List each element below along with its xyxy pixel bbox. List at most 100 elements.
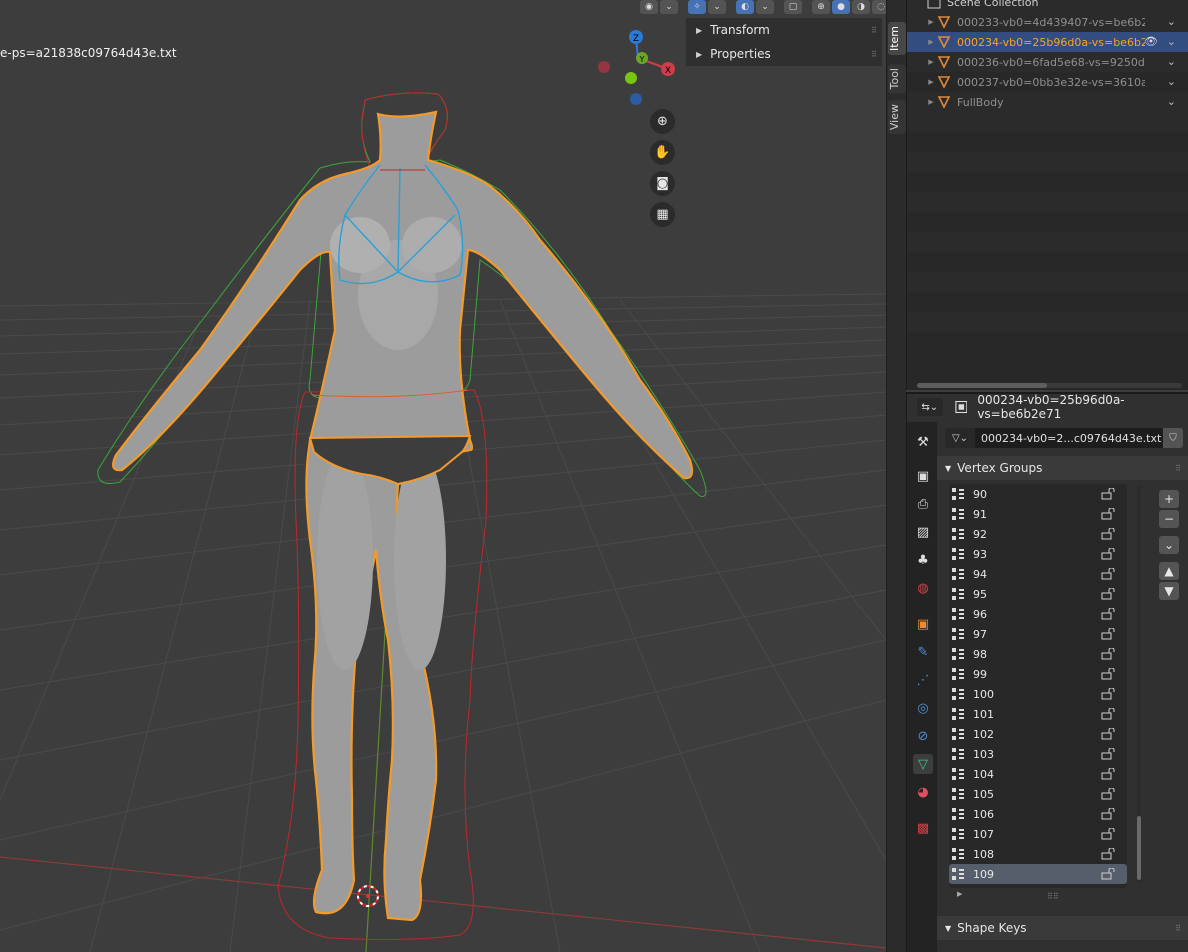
view-object-types-button[interactable]: ◉ [640, 0, 658, 14]
unlocked-lock-icon[interactable] [1101, 528, 1115, 540]
outliner-item[interactable]: ▶ 000237-vb0=0bb3e32e-vs=3610aa ⌄ [907, 72, 1188, 92]
vertex-group-name[interactable]: 91 [973, 508, 987, 521]
vertex-group-row[interactable]: 96 [949, 604, 1127, 624]
vertex-group-name[interactable]: 106 [973, 808, 994, 821]
vertex-group-name[interactable]: 90 [973, 488, 987, 501]
render-icon[interactable]: ▣ [913, 466, 933, 486]
gizmo-toggle-button[interactable]: ✧ [688, 0, 706, 14]
mesh-browse-button[interactable]: ▽⌄ [945, 428, 975, 448]
add-vertex-group-button[interactable]: + [1159, 490, 1179, 508]
chevron-down-icon[interactable]: ⌄ [756, 0, 774, 14]
vertex-group-name[interactable]: 94 [973, 568, 987, 581]
move-up-button[interactable]: ▲ [1159, 562, 1179, 580]
unlocked-lock-icon[interactable] [1101, 728, 1115, 740]
vertex-group-row[interactable]: 100 [949, 684, 1127, 704]
properties-section[interactable]: ▶ Properties ⠿ [686, 42, 882, 66]
shape-keys-panel-header[interactable]: ▼ Shape Keys ⠿ [937, 916, 1188, 940]
unlocked-lock-icon[interactable] [1101, 508, 1115, 520]
overlay-toggle-button[interactable]: ◐ [736, 0, 754, 14]
mesh-data-icon[interactable]: ▽ [913, 754, 933, 774]
expand-arrow-icon[interactable]: ▶ [925, 58, 937, 66]
unlocked-lock-icon[interactable] [1101, 768, 1115, 780]
modifier-wrench-icon[interactable]: ✎ [913, 642, 933, 662]
vertex-groups-panel-header[interactable]: ▼ Vertex Groups ⠿ [937, 456, 1188, 480]
expand-arrow-icon[interactable]: ▶ [925, 78, 937, 86]
vertex-group-row[interactable]: 90 [949, 484, 1127, 504]
vertex-group-name[interactable]: 104 [973, 768, 994, 781]
outliner-item[interactable]: ▶ 000234-vb0=25b96d0a-vs=be6b2e 👁 ⌄ [907, 32, 1188, 52]
view-layer-icon[interactable]: ▨ [913, 522, 933, 542]
physics-icon[interactable]: ◎ [913, 698, 933, 718]
unlocked-lock-icon[interactable] [1101, 788, 1115, 800]
vertex-group-name[interactable]: 98 [973, 648, 987, 661]
camera-icon[interactable]: ◙ [650, 171, 675, 196]
expand-arrow-icon[interactable]: ▶ [925, 18, 937, 26]
unlocked-lock-icon[interactable] [1101, 688, 1115, 700]
list-filter-triangle-icon[interactable]: ▶ [957, 890, 962, 898]
unlocked-lock-icon[interactable] [1101, 588, 1115, 600]
vertex-group-name[interactable]: 93 [973, 548, 987, 561]
vertex-group-row[interactable]: 105 [949, 784, 1127, 804]
object-icon[interactable]: ▣ [913, 614, 933, 634]
particles-icon[interactable]: ⋰ [913, 670, 933, 690]
vertex-group-row[interactable]: 104 [949, 764, 1127, 784]
chevron-down-icon[interactable]: ⌄ [1167, 75, 1176, 88]
pan-hand-icon[interactable]: ✋ [650, 140, 675, 165]
3d-viewport[interactable]: Z Y X e-ps=a21838c09764d43e.txt ◉ ⌄ ✧ ⌄ … [0, 0, 886, 952]
vertex-group-name[interactable]: 102 [973, 728, 994, 741]
unlocked-lock-icon[interactable] [1101, 648, 1115, 660]
wireframe-shading-button[interactable]: ⊕ [812, 0, 830, 14]
unlocked-lock-icon[interactable] [1101, 488, 1115, 500]
unlocked-lock-icon[interactable] [1101, 628, 1115, 640]
scene-icon[interactable]: ♣ [913, 550, 933, 570]
vertex-group-scrollbar[interactable] [1137, 486, 1141, 882]
drag-grip-icon[interactable]: ⠿ [871, 50, 877, 59]
tab-tool[interactable]: Tool [888, 64, 906, 94]
vertex-group-name[interactable]: 97 [973, 628, 987, 641]
solid-shading-button[interactable]: ● [832, 0, 850, 14]
vertex-group-row[interactable]: 101 [949, 704, 1127, 724]
outliner-item[interactable]: ▶ 000236-vb0=6fad5e68-vs=9250d1 ⌄ [907, 52, 1188, 72]
chevron-down-icon[interactable]: ⌄ [1167, 95, 1176, 108]
scene-collection-row[interactable]: Scene Collection [907, 0, 1188, 12]
vertex-group-name[interactable]: 96 [973, 608, 987, 621]
vertex-group-list[interactable]: 90 91 92 93 94 95 96 97 98 99 100 101 102 103 104 105 10… [949, 484, 1127, 888]
unlocked-lock-icon[interactable] [1101, 868, 1115, 880]
vertex-group-row[interactable]: 98 [949, 644, 1127, 664]
vertex-group-row[interactable]: 107 [949, 824, 1127, 844]
xray-toggle-button[interactable]: ▢ [784, 0, 802, 14]
vertex-group-row[interactable]: 97 [949, 624, 1127, 644]
vertex-group-specials-button[interactable]: ⌄ [1159, 536, 1179, 554]
zoom-icon[interactable]: ⊕ [650, 109, 675, 134]
vertex-group-row[interactable]: 109 [949, 864, 1127, 884]
vertex-group-name[interactable]: 100 [973, 688, 994, 701]
expand-arrow-icon[interactable]: ▶ [925, 98, 937, 106]
vertex-group-row[interactable]: 103 [949, 744, 1127, 764]
rendered-shading-button[interactable]: ◌ [872, 0, 886, 14]
editor-type-menu[interactable]: ⇆⌄ [917, 398, 943, 416]
unlocked-lock-icon[interactable] [1101, 568, 1115, 580]
world-icon[interactable]: ◍ [913, 578, 933, 598]
vertex-group-name[interactable]: 92 [973, 528, 987, 541]
unlocked-lock-icon[interactable] [1101, 548, 1115, 560]
unlocked-lock-icon[interactable] [1101, 748, 1115, 760]
vertex-group-row[interactable]: 92 [949, 524, 1127, 544]
vertex-group-row[interactable]: 91 [949, 504, 1127, 524]
fake-user-shield-icon[interactable]: ⛉ [1163, 428, 1183, 448]
vertex-group-row[interactable]: 108 [949, 844, 1127, 864]
material-icon[interactable]: ◕ [913, 782, 933, 802]
vertex-group-name[interactable]: 105 [973, 788, 994, 801]
vertex-group-name[interactable]: 101 [973, 708, 994, 721]
expand-arrow-icon[interactable]: ▶ [925, 38, 937, 46]
unlocked-lock-icon[interactable] [1101, 828, 1115, 840]
unlocked-lock-icon[interactable] [1101, 808, 1115, 820]
transform-section[interactable]: ▶ Transform ⠿ [686, 18, 882, 42]
vertex-group-name[interactable]: 109 [973, 868, 994, 881]
material-shading-button[interactable]: ◑ [852, 0, 870, 14]
unlocked-lock-icon[interactable] [1101, 608, 1115, 620]
texture-icon[interactable]: ▩ [913, 818, 933, 838]
vertex-group-row[interactable]: 102 [949, 724, 1127, 744]
axis-gizmo[interactable]: Z Y X [598, 30, 675, 105]
vertex-group-name[interactable]: 95 [973, 588, 987, 601]
drag-grip-icon[interactable]: ⠿ [1175, 924, 1181, 933]
